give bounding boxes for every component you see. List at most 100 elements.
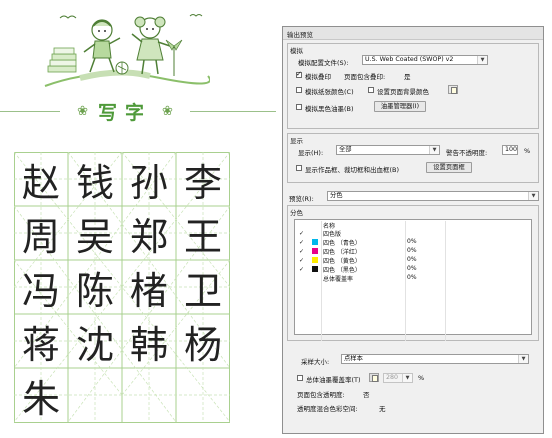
warn-opacity-input[interactable]: 100 xyxy=(502,145,518,155)
row-visibility-check-icon[interactable]: ✓ xyxy=(299,230,304,237)
preview-label: 预览(R): xyxy=(289,195,314,203)
sample-size-label: 采样大小: xyxy=(301,358,330,366)
row-visibility-check-icon[interactable]: ✓ xyxy=(299,266,304,273)
practice-character: 楮 xyxy=(129,268,168,313)
total-coverage-percent: % xyxy=(418,374,425,382)
separations-section: 分色 名称 ✓ 四色版 ✓ 四色 （青色） 0% ✓ 四色 （洋红） 0% ✓ 四色 （黄色） 0%… xyxy=(287,205,539,341)
separation-value: 0% xyxy=(407,274,417,281)
total-coverage-label: 总体油墨覆盖率(T) xyxy=(306,376,361,384)
page-box-button[interactable]: 设置页面框 xyxy=(426,162,472,173)
warn-opacity-percent: % xyxy=(524,147,531,155)
practice-character: 朱 xyxy=(21,376,60,421)
page-background-checkbox[interactable] xyxy=(368,87,374,93)
sample-size-value: 点样本 xyxy=(344,355,363,362)
children-illustration xyxy=(44,14,210,87)
practice-character: 钱 xyxy=(75,160,114,205)
practice-character: 韩 xyxy=(129,322,168,367)
simulate-black-ink-checkbox[interactable] xyxy=(296,104,302,110)
practice-character: 杨 xyxy=(183,322,222,367)
page-overprint-value: 是 xyxy=(404,73,411,81)
simulation-profile-select[interactable]: U.S. Web Coated (SWOP) v2 ▼ xyxy=(362,55,488,65)
practice-character: 蒋 xyxy=(21,322,60,367)
table-row[interactable]: ✓ 四色 （黑色） 0% xyxy=(295,265,531,274)
simulate-overprint-label: 模拟叠印 xyxy=(305,73,331,81)
separation-name: 四色 （黑色） xyxy=(323,267,361,274)
separation-name: 四色 （黄色） xyxy=(323,258,361,265)
practice-character: 王 xyxy=(183,214,222,259)
practice-character: 冯 xyxy=(21,268,60,313)
simulation-profile-value: U.S. Web Coated (SWOP) v2 xyxy=(365,56,454,63)
display-section: 显示 显示(H): 全部 ▼ 警告不透明度: 100 % 显示作品框、裁切框和出… xyxy=(287,133,539,183)
chevron-down-icon[interactable]: ▼ xyxy=(429,146,439,154)
table-row[interactable]: ✓ 四色 （黄色） 0% xyxy=(295,256,531,265)
page-overprint-label: 页面包含叠印: xyxy=(344,73,386,81)
practice-character: 李 xyxy=(183,160,222,205)
separation-value: 0% xyxy=(407,256,417,263)
coverage-color-button[interactable] xyxy=(369,373,379,382)
practice-sheet: ❀ 写字 ❀ 赵钱孙李周吴郑王冯陈楮卫蒋沈韩杨朱 xyxy=(0,0,276,438)
show-artbox-checkbox[interactable] xyxy=(296,165,302,171)
writing-grid: 赵钱孙李周吴郑王冯陈楮卫蒋沈韩杨朱 xyxy=(14,152,230,428)
page-background-label: 设置页面背景颜色 xyxy=(377,88,429,96)
simulation-profile-label: 模拟配置文件(S): xyxy=(298,59,349,67)
display-section-title: 显示 xyxy=(290,137,303,145)
chevron-down-icon[interactable]: ▼ xyxy=(528,192,538,200)
ink-color-swatch xyxy=(312,266,318,272)
ink-color-swatch xyxy=(312,239,318,245)
row-visibility-check-icon[interactable]: ✓ xyxy=(299,257,304,264)
dialog-title: 输出预览 xyxy=(287,31,313,39)
banner-title: 写字 xyxy=(97,101,152,124)
chevron-down-icon[interactable]: ▼ xyxy=(518,355,528,363)
table-row[interactable]: ✓ 四色 （青色） 0% xyxy=(295,238,531,247)
simulate-paper-color-label: 模拟纸张颜色(C) xyxy=(305,88,354,96)
separation-value: 0% xyxy=(407,238,417,245)
table-header: 名称 xyxy=(295,221,531,230)
flower-icon: ❀ xyxy=(77,103,88,119)
display-show-value: 全部 xyxy=(339,146,352,153)
page-background-color-button[interactable] xyxy=(448,85,458,94)
sample-size-select[interactable]: 点样本 ▼ xyxy=(341,354,529,364)
preview-select[interactable]: 分色 ▼ xyxy=(327,191,539,201)
banner-label-box: ❀ 写字 ❀ xyxy=(60,98,190,124)
show-artbox-label: 显示作品框、裁切框和出血框(B) xyxy=(305,166,400,174)
display-show-label: 显示(H): xyxy=(298,149,324,157)
practice-character: 孙 xyxy=(129,160,168,205)
simulate-black-ink-label: 模拟黑色油墨(B) xyxy=(305,105,354,113)
practice-character: 周 xyxy=(21,214,60,259)
separation-value: 0% xyxy=(407,265,417,272)
separation-name: 总体覆盖率 xyxy=(323,276,354,283)
separation-name: 四色版 xyxy=(323,231,342,238)
separation-name: 四色 （洋红） xyxy=(323,249,361,256)
practice-character: 郑 xyxy=(129,214,168,259)
total-coverage-checkbox[interactable] xyxy=(297,375,303,381)
simulate-paper-color-checkbox[interactable] xyxy=(296,87,302,93)
table-row[interactable]: ✓ 四色 （洋红） 0% xyxy=(295,247,531,256)
blend-space-label: 透明度混合色彩空间: xyxy=(297,405,358,413)
chevron-down-icon[interactable]: ▼ xyxy=(402,374,412,382)
preview-value: 分色 xyxy=(330,192,343,199)
separation-name: 四色 （青色） xyxy=(323,240,361,247)
simulate-overprint-checkbox[interactable] xyxy=(296,70,302,78)
warn-opacity-label: 警告不透明度: xyxy=(446,149,488,157)
simulation-section: 模拟 模拟配置文件(S): U.S. Web Coated (SWOP) v2 … xyxy=(287,43,539,129)
chevron-down-icon[interactable]: ▼ xyxy=(477,56,487,64)
ink-color-swatch xyxy=(312,248,318,254)
title-banner: ❀ 写字 ❀ xyxy=(0,96,276,128)
row-visibility-check-icon[interactable]: ✓ xyxy=(299,239,304,246)
practice-character: 陈 xyxy=(75,268,114,313)
separation-value: 0% xyxy=(407,247,417,254)
dialog-titlebar[interactable]: 输出预览 xyxy=(283,27,543,40)
page-transparency-value: 否 xyxy=(363,391,370,399)
practice-character: 沈 xyxy=(75,322,114,367)
flower-icon: ❀ xyxy=(162,103,173,119)
total-coverage-value: 280 xyxy=(386,374,399,381)
display-show-select[interactable]: 全部 ▼ xyxy=(336,145,440,155)
simulation-section-title: 模拟 xyxy=(290,47,303,55)
row-visibility-check-icon[interactable]: ✓ xyxy=(299,248,304,255)
ink-manager-button[interactable]: 油墨管理器(I) xyxy=(374,101,426,112)
separations-table[interactable]: 名称 ✓ 四色版 ✓ 四色 （青色） 0% ✓ 四色 （洋红） 0% ✓ 四色 （黄色） 0% ✓ 四色… xyxy=(294,219,532,341)
table-row[interactable]: ✓ 四色版 xyxy=(295,229,531,238)
total-coverage-select[interactable]: 280 ▼ xyxy=(383,373,413,383)
table-row[interactable]: 总体覆盖率 0% xyxy=(295,274,531,283)
output-preview-dialog: 输出预览 模拟 模拟配置文件(S): U.S. Web Coated (SWOP… xyxy=(282,26,544,434)
